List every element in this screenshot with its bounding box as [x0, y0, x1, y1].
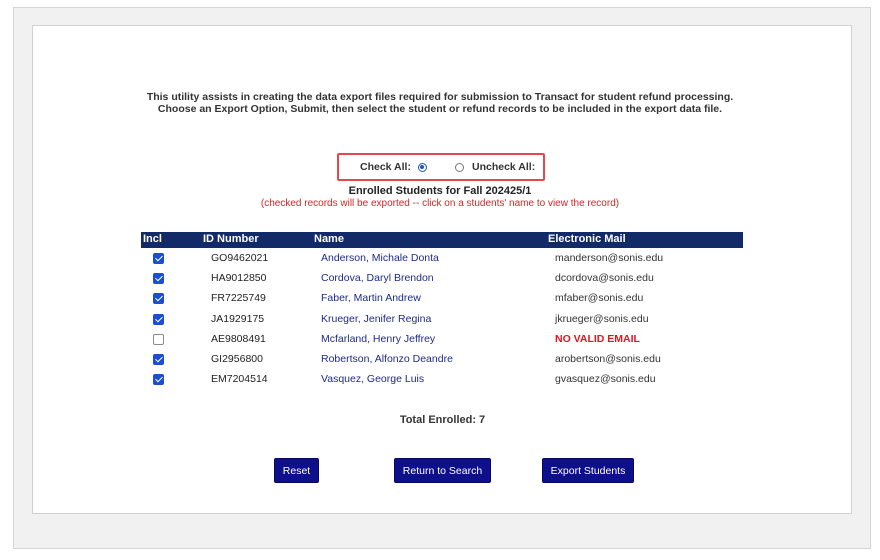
student-id: FR7225749: [211, 292, 266, 305]
section-note: (checked records will be exported -- cli…: [260, 198, 620, 209]
include-checkbox[interactable]: [153, 374, 164, 386]
reset-button[interactable]: Reset: [274, 458, 319, 483]
check-all-label: Check All:: [360, 161, 411, 173]
table-row: FR7225749 Faber, Martin Andrew mfaber@soni…: [141, 289, 743, 309]
intro-line-1: This utility assists in creating the dat…: [146, 91, 734, 103]
intro-text: This utility assists in creating the dat…: [0, 91, 880, 115]
student-name-link[interactable]: Mcfarland, Henry Jeffrey: [321, 333, 435, 345]
student-id: GO9462021: [211, 252, 269, 264]
student-email: dcordova@sonis.edu: [555, 272, 654, 285]
student-id: HA9012850: [211, 272, 267, 285]
check-all-option[interactable]: Check All:: [360, 161, 427, 173]
student-email: gvasquez@sonis.edu: [555, 373, 656, 386]
table-row: AE9808491 Mcfarland, Henry Jeffrey NO VALI…: [141, 330, 743, 350]
table-row: HA9012850 Cordova, Daryl Brendon dcordova@…: [141, 269, 743, 289]
student-name-link[interactable]: Faber, Martin Andrew: [321, 292, 421, 304]
student-name-link[interactable]: Krueger, Jenifer Regina: [321, 313, 431, 325]
header-id: ID Number: [203, 233, 259, 245]
student-id: EM7204514: [211, 373, 268, 386]
student-name-link[interactable]: Vasquez, George Luis: [321, 373, 424, 385]
student-email: jkrueger@sonis.edu: [555, 312, 649, 325]
table-row: JA1929175 Krueger, Jenifer Regina jkrueger…: [141, 310, 743, 330]
table-header: Incl ID Number Name Electronic Mail: [141, 232, 743, 248]
section-heading: Enrolled Students for Fall 202425/1: [348, 185, 532, 197]
table-row: GI2956800 Robertson, Alfonzo Deandre arobe…: [141, 350, 743, 370]
include-checkbox[interactable]: [153, 273, 164, 285]
student-email: manderson@sonis.edu: [555, 252, 664, 264]
include-checkbox[interactable]: [153, 253, 164, 264]
student-id: JA1929175: [211, 312, 265, 325]
student-name-link[interactable]: Robertson, Alfonzo Deandre: [321, 353, 453, 365]
table-row: GO9462021 Anderson, Michale Donta manderso…: [141, 249, 743, 269]
include-checkbox[interactable]: [153, 293, 164, 305]
include-checkbox[interactable]: [153, 354, 164, 365]
student-name-link[interactable]: Cordova, Daryl Brendon: [321, 272, 434, 284]
student-id: GI2956800: [211, 353, 263, 365]
student-id: AE9808491: [211, 332, 266, 345]
intro-line-2: Choose an Export Option, Submit, then se…: [157, 103, 723, 115]
include-checkbox[interactable]: [153, 333, 164, 345]
include-checkbox[interactable]: [153, 313, 164, 325]
student-email: NO VALID EMAIL: [555, 332, 640, 345]
return-to-search-button[interactable]: Return to Search: [394, 458, 491, 483]
uncheck-all-option[interactable]: Uncheck All:: [455, 161, 535, 173]
table-row: EM7204514 Vasquez, George Luis gvasquez@so…: [141, 370, 743, 390]
check-all-controls: Check All: Uncheck All:: [337, 153, 545, 181]
header-email: Electronic Mail: [548, 233, 626, 245]
student-email: mfaber@sonis.edu: [555, 292, 644, 305]
student-email: arobertson@sonis.edu: [555, 353, 661, 365]
total-enrolled: Total Enrolled: 7: [399, 414, 486, 426]
uncheck-all-radio[interactable]: [455, 162, 464, 172]
check-all-radio[interactable]: [417, 162, 427, 172]
export-students-button[interactable]: Export Students: [542, 458, 634, 483]
uncheck-all-label: Uncheck All:: [472, 161, 536, 173]
header-name: Name: [314, 233, 344, 245]
header-incl: Incl: [143, 233, 162, 245]
student-name-link[interactable]: Anderson, Michale Donta: [321, 252, 439, 264]
